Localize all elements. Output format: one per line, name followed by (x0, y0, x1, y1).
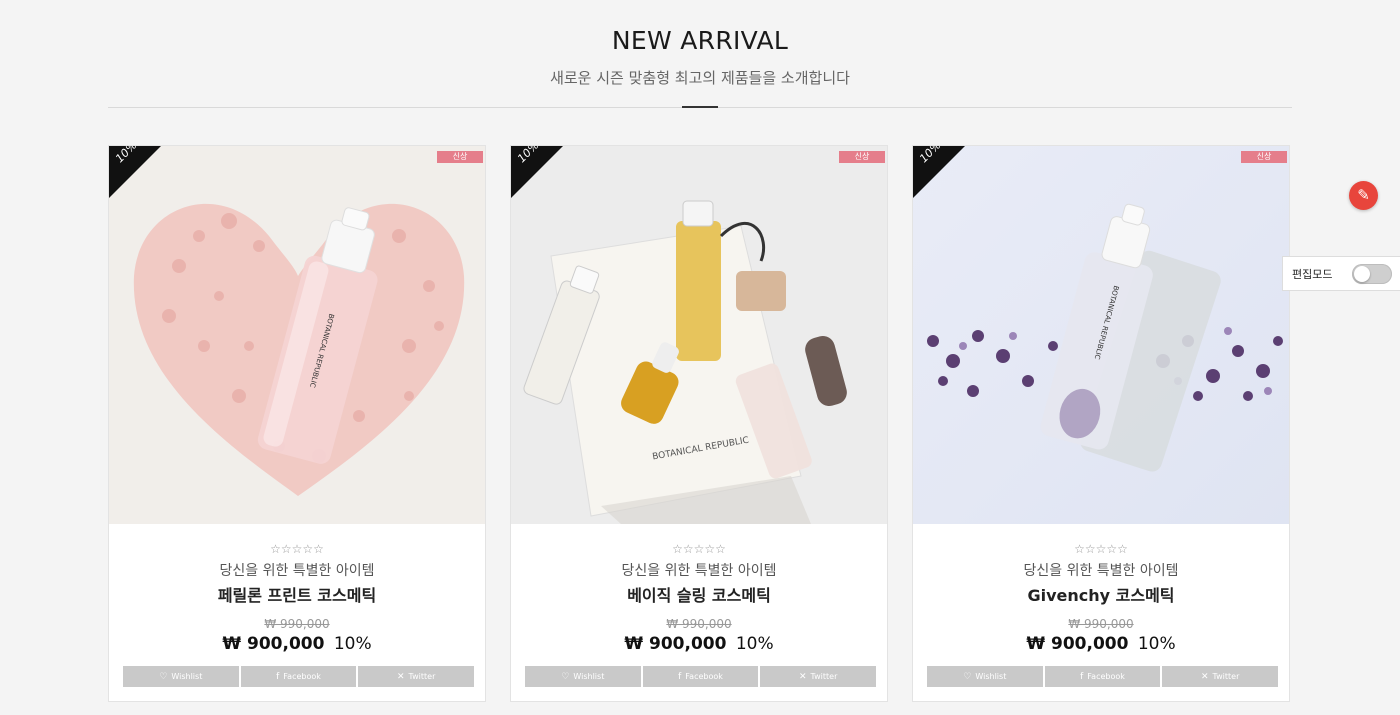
page: NEW ARRIVAL 새로운 시즌 맞춤형 최고의 제품들을 소개합니다 BO… (0, 0, 1400, 715)
sale-price: ₩ 900,000 (1026, 634, 1129, 654)
share-row: ♡ Wishlist f Facebook ✕ Twitter (123, 666, 475, 687)
product-image[interactable]: BOTANICAL REPUBLIC 10% 신상 (511, 146, 887, 524)
twitter-button[interactable]: ✕ Twitter (1162, 666, 1279, 687)
section-subtitle: 새로운 시즌 맞춤형 최고의 제품들을 소개합니다 (550, 69, 850, 87)
facebook-icon: f (678, 671, 682, 682)
wishlist-button[interactable]: ♡ Wishlist (927, 666, 1043, 687)
product-name[interactable]: Givenchy 코스메틱 (913, 582, 1289, 606)
facebook-label: Facebook (1087, 672, 1125, 681)
discount-rate: 10% (735, 634, 774, 654)
wishlist-label: Wishlist (171, 672, 203, 681)
product-image[interactable]: BOTANICAL REPUBLIC 10% 신상 (109, 146, 485, 524)
price-row: ₩ 900,000 10% (109, 634, 485, 654)
facebook-label: Facebook (283, 672, 321, 681)
x-icon: ✕ (397, 671, 405, 682)
original-price: ₩ 990,000 (1068, 617, 1134, 631)
new-badge: 신상 (437, 151, 483, 163)
twitter-button[interactable]: ✕ Twitter (358, 666, 475, 687)
product-info: ☆☆☆☆☆ 당신을 위한 특별한 아이템 페릴론 프린트 코스메틱 ₩ 990,… (109, 524, 485, 701)
heart-icon: ♡ (159, 671, 168, 682)
product-tagline: 당신을 위한 특별한 아이템 (1023, 563, 1179, 579)
twitter-button[interactable]: ✕ Twitter (760, 666, 877, 687)
product-card[interactable]: BOTANICAL REPUBLIC 10% 신상 ☆☆☆☆☆ 당신을 위한 특… (510, 145, 888, 702)
rating-stars: ☆☆☆☆☆ (672, 542, 726, 556)
facebook-label: Facebook (685, 672, 723, 681)
discount-rate: 10% (1137, 634, 1176, 654)
product-info: ☆☆☆☆☆ 당신을 위한 특별한 아이템 Givenchy 코스메틱 ₩ 990… (913, 524, 1289, 701)
x-icon: ✕ (799, 671, 807, 682)
edit-mode-label: 편집모드 (1292, 267, 1333, 281)
facebook-button[interactable]: f Facebook (240, 666, 357, 687)
x-icon: ✕ (1201, 671, 1209, 682)
new-badge: 신상 (1241, 151, 1287, 163)
product-name[interactable]: 베이직 슬링 코스메틱 (511, 582, 887, 606)
edit-mode-panel: 편집모드 (1282, 256, 1400, 291)
product-image[interactable]: BOTANICAL REPUBLIC 10% 신상 (913, 146, 1289, 524)
original-price: ₩ 990,000 (264, 617, 330, 631)
twitter-label: Twitter (1212, 672, 1240, 681)
facebook-button[interactable]: f Facebook (1044, 666, 1161, 687)
wishlist-button[interactable]: ♡ Wishlist (123, 666, 239, 687)
sale-price: ₩ 900,000 (222, 634, 325, 654)
feather-icon[interactable]: ✎ (1349, 181, 1378, 210)
product-name[interactable]: 페릴론 프린트 코스메틱 (109, 582, 485, 606)
heart-icon: ♡ (561, 671, 570, 682)
twitter-label: Twitter (810, 672, 838, 681)
twitter-label: Twitter (408, 672, 436, 681)
price-row: ₩ 900,000 10% (511, 634, 887, 654)
divider-accent (682, 106, 718, 108)
rating-stars: ☆☆☆☆☆ (270, 542, 324, 556)
rating-stars: ☆☆☆☆☆ (1074, 542, 1128, 556)
sale-price: ₩ 900,000 (624, 634, 727, 654)
wishlist-label: Wishlist (573, 672, 605, 681)
facebook-button[interactable]: f Facebook (642, 666, 759, 687)
new-badge: 신상 (839, 151, 885, 163)
product-card[interactable]: BOTANICAL REPUBLIC 10% 신상 ☆☆☆☆☆ 당신을 위한 특… (912, 145, 1290, 702)
heart-icon: ♡ (963, 671, 972, 682)
product-info: ☆☆☆☆☆ 당신을 위한 특별한 아이템 베이직 슬링 코스메틱 ₩ 990,0… (511, 524, 887, 701)
wishlist-label: Wishlist (975, 672, 1007, 681)
product-card[interactable]: BOTANICAL REPUBLIC 10% 신상 ☆☆☆☆☆ 당신을 위한 특… (108, 145, 486, 702)
product-tagline: 당신을 위한 특별한 아이템 (621, 563, 777, 579)
price-row: ₩ 900,000 10% (913, 634, 1289, 654)
discount-rate: 10% (333, 634, 372, 654)
facebook-icon: f (1080, 671, 1084, 682)
facebook-icon: f (276, 671, 280, 682)
original-price: ₩ 990,000 (666, 617, 732, 631)
share-row: ♡ Wishlist f Facebook ✕ Twitter (525, 666, 877, 687)
wishlist-button[interactable]: ♡ Wishlist (525, 666, 641, 687)
section-title: NEW ARRIVAL (611, 26, 789, 55)
edit-mode-toggle[interactable] (1352, 263, 1393, 284)
toggle-knob (1354, 265, 1371, 282)
share-row: ♡ Wishlist f Facebook ✕ Twitter (927, 666, 1279, 687)
product-tagline: 당신을 위한 특별한 아이템 (219, 563, 375, 579)
